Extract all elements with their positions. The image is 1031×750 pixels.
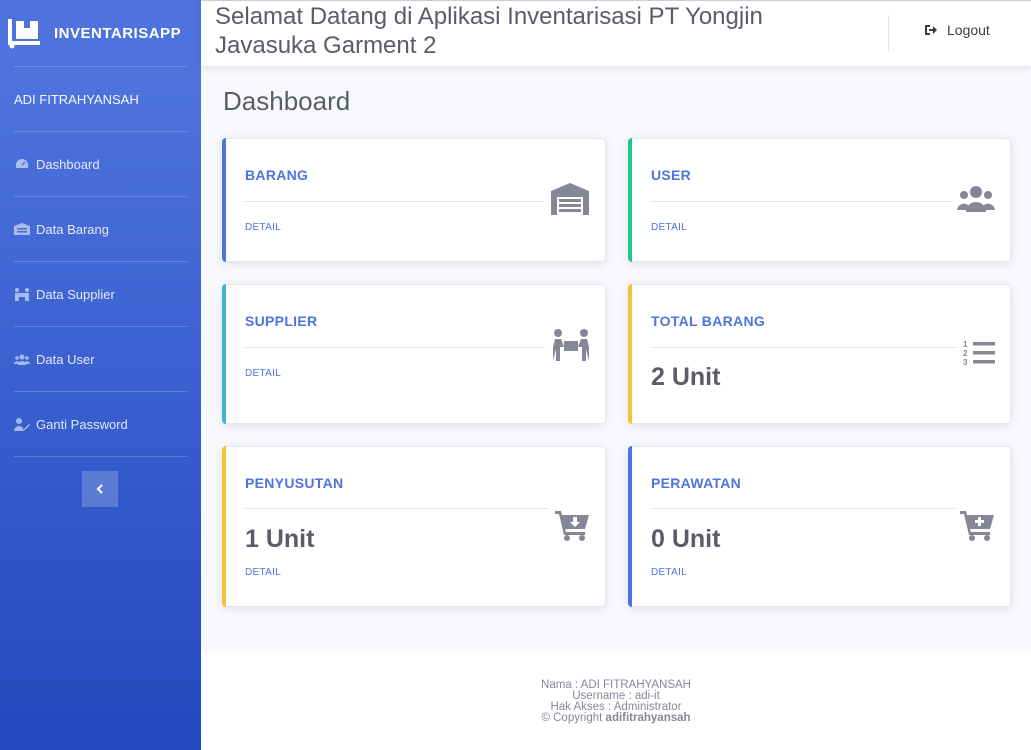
card-user: USER DETAIL xyxy=(628,138,1011,262)
card-divider xyxy=(651,201,951,202)
card-value: 1 Unit xyxy=(245,525,315,553)
sidebar-user-name: ADI FITRAHYANSAH xyxy=(14,91,139,107)
card-accent xyxy=(628,138,632,262)
sidebar-item-data-user[interactable]: Data User xyxy=(0,327,201,391)
sidebar-item-ganti-password[interactable]: Ganti Password xyxy=(0,392,201,456)
card-label: BARANG xyxy=(245,167,309,183)
topbar: Selamat Datang di Aplikasi Inventarisasi… xyxy=(201,0,1031,66)
card-label: PENYUSUTAN xyxy=(245,475,344,491)
sidebar-item-label: Data Barang xyxy=(36,221,109,237)
logout-button[interactable]: Logout xyxy=(925,22,990,38)
svg-text:2: 2 xyxy=(963,349,968,358)
list-ol-icon: 1 2 3 xyxy=(963,340,995,367)
warehouse-icon xyxy=(551,183,589,215)
copyright-name: adifitrahyansah xyxy=(605,712,691,724)
sidebar-item-data-supplier[interactable]: Data Supplier xyxy=(0,262,201,326)
card-total-barang: TOTAL BARANG 2 Unit 1 2 3 xyxy=(628,284,1011,424)
topbar-divider xyxy=(888,15,889,51)
sidebar-item-label: Ganti Password xyxy=(36,416,128,432)
card-accent xyxy=(222,446,226,607)
sidebar-item-label: Dashboard xyxy=(36,156,100,172)
card-accent xyxy=(222,138,226,262)
sidebar-divider xyxy=(14,456,187,457)
card-label: USER xyxy=(651,167,692,183)
sign-out-icon xyxy=(925,25,937,35)
warehouse-icon xyxy=(14,222,30,236)
card-divider xyxy=(651,508,955,509)
sidebar-item-label: Data Supplier xyxy=(36,286,115,302)
users-icon xyxy=(957,186,995,212)
card-divider xyxy=(245,201,545,202)
sidebar-item-dashboard[interactable]: Dashboard xyxy=(0,132,201,196)
sidebar-toggle-button[interactable] xyxy=(82,471,118,507)
card-value: 2 Unit xyxy=(651,363,721,391)
card-accent xyxy=(628,284,632,424)
card-penyusutan: PENYUSUTAN 1 Unit DETAIL xyxy=(222,446,606,607)
card-divider xyxy=(245,508,548,509)
dolly-icon xyxy=(8,19,40,49)
cart-plus-icon xyxy=(960,511,994,541)
chevron-left-icon xyxy=(96,484,103,494)
card-value: 0 Unit xyxy=(651,525,721,553)
sidebar-item-label: Data User xyxy=(36,351,95,367)
card-divider xyxy=(651,347,957,348)
card-label: TOTAL BARANG xyxy=(651,313,766,329)
card-detail-link[interactable]: DETAIL xyxy=(245,368,281,379)
people-carry-icon xyxy=(14,287,30,301)
page-title: Dashboard xyxy=(223,86,351,116)
card-accent xyxy=(628,446,632,607)
card-divider xyxy=(245,347,545,348)
logout-label: Logout xyxy=(947,22,990,38)
card-detail-link[interactable]: DETAIL xyxy=(245,567,281,578)
card-detail-link[interactable]: DETAIL xyxy=(245,222,281,233)
card-barang: BARANG DETAIL xyxy=(222,138,606,262)
footer: Nama : ADI FITRAHYANSAH Username : adi-i… xyxy=(201,652,1031,750)
card-accent xyxy=(222,284,226,424)
cart-arrow-down-icon xyxy=(555,511,589,541)
people-carry-icon xyxy=(553,329,589,361)
card-label: PERAWATAN xyxy=(651,475,742,491)
sidebar-brand[interactable]: INVENTARISAPP xyxy=(0,0,201,66)
card-label: SUPPLIER xyxy=(245,313,318,329)
card-supplier: SUPPLIER DETAIL xyxy=(222,284,606,424)
footer-copyright: © Copyright adifitrahyansah xyxy=(201,712,1031,724)
svg-text:1: 1 xyxy=(963,340,968,349)
card-detail-link[interactable]: DETAIL xyxy=(651,567,687,578)
tachometer-icon xyxy=(14,157,30,171)
svg-text:3: 3 xyxy=(963,358,968,367)
card-detail-link[interactable]: DETAIL xyxy=(651,222,687,233)
sidebar-item-data-barang[interactable]: Data Barang xyxy=(0,197,201,261)
welcome-title: Selamat Datang di Aplikasi Inventarisasi… xyxy=(215,3,763,59)
sidebar: INVENTARISAPP ADI FITRAHYANSAH Dashboard… xyxy=(0,0,201,750)
users-icon xyxy=(14,352,30,366)
brand-name: INVENTARISAPP xyxy=(54,24,182,42)
card-perawatan: PERAWATAN 0 Unit DETAIL xyxy=(628,446,1011,607)
copyright-prefix: © Copyright xyxy=(541,712,603,724)
user-edit-icon xyxy=(14,417,30,431)
